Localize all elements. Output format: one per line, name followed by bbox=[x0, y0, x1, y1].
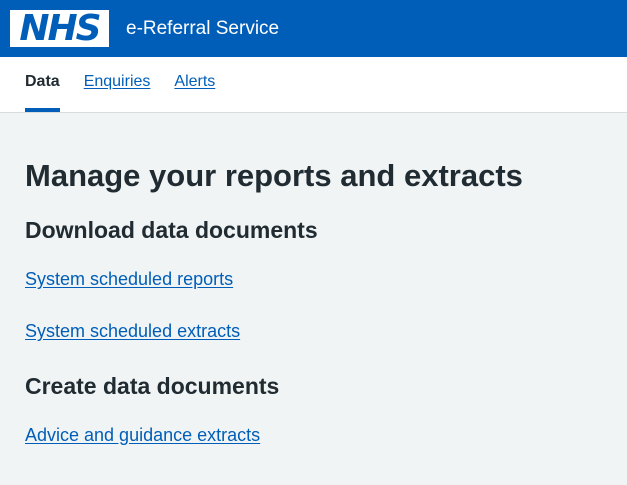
nhs-logo-text: NHS bbox=[19, 7, 101, 49]
tab-enquiries[interactable]: Enquiries bbox=[84, 72, 151, 112]
primary-nav: Data Enquiries Alerts bbox=[0, 57, 627, 113]
tab-data[interactable]: Data bbox=[25, 72, 60, 112]
app-header: NHS e-Referral Service bbox=[0, 0, 627, 57]
advice-guidance-extracts-link[interactable]: Advice and guidance extracts bbox=[25, 423, 602, 447]
service-name: e-Referral Service bbox=[126, 17, 280, 39]
system-scheduled-extracts-link[interactable]: System scheduled extracts bbox=[25, 319, 602, 343]
nhs-logo[interactable]: NHS bbox=[10, 10, 109, 47]
create-heading: Create data documents bbox=[25, 373, 280, 399]
download-heading: Download data documents bbox=[25, 217, 318, 243]
download-section: Download data documents System scheduled… bbox=[25, 215, 602, 343]
main-content: Manage your reports and extracts Downloa… bbox=[0, 113, 627, 447]
create-section: Create data documents Advice and guidanc… bbox=[25, 371, 602, 447]
system-scheduled-reports-link[interactable]: System scheduled reports bbox=[25, 267, 602, 291]
tab-alerts[interactable]: Alerts bbox=[174, 72, 215, 112]
page-title: Manage your reports and extracts bbox=[25, 158, 523, 193]
